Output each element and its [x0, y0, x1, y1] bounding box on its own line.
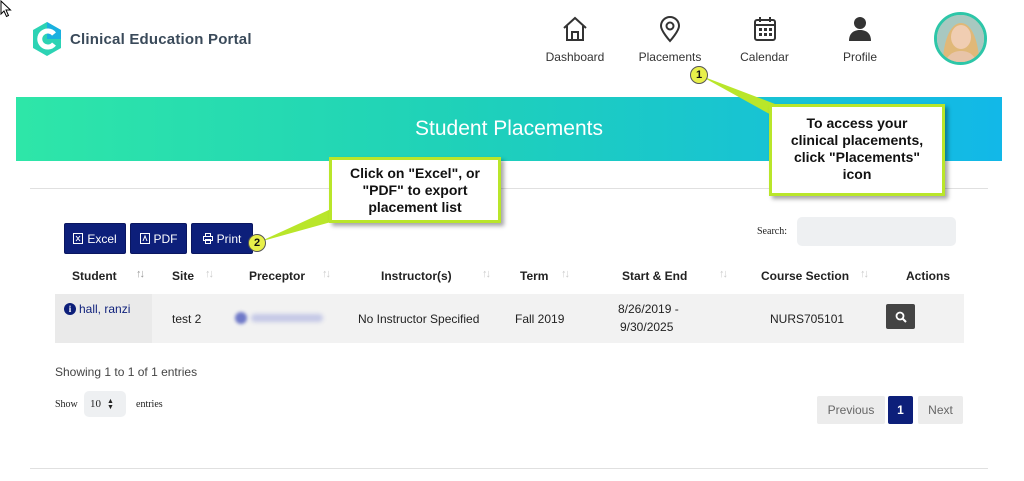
sort-icon[interactable]: ↑↓ — [482, 268, 491, 280]
col-site[interactable]: Site — [172, 269, 194, 283]
show-label: Show — [55, 399, 78, 410]
entries-label: entries — [136, 399, 163, 410]
nav-label: Dashboard — [545, 50, 605, 64]
sort-icon[interactable]: ↑↓ — [205, 268, 214, 280]
app-logo[interactable]: Clinical Education Portal — [30, 20, 252, 58]
cell-course-section: NURS705101 — [770, 312, 845, 326]
pagination-next[interactable]: Next — [918, 396, 963, 424]
search-input[interactable] — [797, 217, 956, 246]
col-start-end[interactable]: Start & End — [622, 269, 687, 283]
search-icon — [895, 311, 907, 323]
col-term[interactable]: Term — [520, 269, 548, 283]
callout-2-number: 2 — [248, 234, 266, 252]
sort-icon[interactable]: ↑↓ — [322, 268, 331, 280]
callout-2-line: "PDF" to export — [362, 182, 468, 198]
print-button[interactable]: Print — [191, 223, 253, 254]
file-pdf-icon — [139, 233, 150, 244]
callout-2-line: placement list — [368, 199, 462, 215]
col-actions: Actions — [906, 269, 951, 283]
info-icon[interactable]: i — [64, 303, 76, 315]
page-size-value: 10 — [90, 398, 101, 410]
callout-2-box: Click on "Excel", or "PDF" to export pla… — [329, 157, 501, 223]
user-avatar[interactable] — [934, 12, 987, 65]
col-student[interactable]: Student — [72, 269, 117, 283]
excel-label: Excel — [87, 231, 117, 246]
printer-icon — [202, 233, 213, 244]
nav-calendar[interactable]: Calendar — [737, 14, 792, 70]
cell-instructor: No Instructor Specified — [358, 312, 480, 326]
avatar-photo — [937, 15, 984, 62]
callout-1-line: clinical placements, — [790, 132, 924, 148]
nav-label: Calendar — [740, 50, 789, 64]
file-excel-icon — [73, 233, 84, 244]
pagination-page-current[interactable]: 1 — [888, 396, 913, 424]
select-arrows-icon: ▲ ▼ — [107, 397, 114, 411]
sort-icon[interactable]: ↑↓ — [561, 268, 570, 280]
mouse-cursor-icon — [0, 0, 12, 18]
print-label: Print — [216, 231, 242, 246]
logo-icon — [33, 22, 61, 56]
page-size-select[interactable]: 10 ▲ ▼ — [84, 391, 126, 417]
callout-1-line: icon — [842, 166, 872, 182]
callout-2-pointer — [259, 209, 331, 242]
col-instructors[interactable]: Instructor(s) — [381, 269, 452, 283]
callout-1-number: 1 — [690, 66, 708, 84]
sort-icon[interactable]: ↑↓ — [860, 268, 869, 280]
pdf-label: PDF — [153, 231, 178, 246]
col-course-section[interactable]: Course Section — [761, 269, 849, 283]
cell-start-date: 8/26/2019 - — [618, 302, 679, 316]
nav-label: Placements — [638, 50, 702, 64]
nav-label: Profile — [842, 50, 877, 64]
cell-term: Fall 2019 — [515, 312, 565, 326]
calendar-icon — [753, 17, 776, 41]
callout-1-line: click "Placements" — [793, 149, 921, 165]
cell-preceptor-redacted — [235, 312, 325, 324]
nav-dashboard[interactable]: Dashboard — [545, 14, 605, 70]
cell-end-date: 9/30/2025 — [620, 320, 674, 334]
callout-2-line: Click on "Excel", or — [350, 165, 480, 181]
excel-button[interactable]: Excel — [64, 223, 126, 254]
col-preceptor[interactable]: Preceptor — [249, 269, 305, 283]
sort-icon[interactable]: ↑↓ — [136, 268, 145, 280]
home-icon — [563, 16, 587, 41]
user-icon — [849, 17, 871, 41]
cell-site: test 2 — [172, 312, 202, 326]
app-title: Clinical Education Portal — [70, 30, 252, 48]
callout-1-box: To access your clinical placements, clic… — [769, 104, 945, 196]
map-pin-icon — [659, 16, 681, 43]
callout-1-line: To access your — [806, 115, 908, 131]
sort-icon[interactable]: ↑↓ — [719, 268, 728, 280]
nav-profile[interactable]: Profile — [836, 14, 884, 70]
divider — [30, 468, 988, 469]
search-label: Search: — [757, 226, 787, 237]
nav-placements[interactable]: Placements — [636, 14, 704, 70]
pagination-previous[interactable]: Previous — [817, 396, 885, 424]
table-info: Showing 1 to 1 of 1 entries — [55, 365, 198, 379]
view-details-button[interactable] — [886, 304, 915, 329]
student-name-link[interactable]: hall, ranzi — [79, 302, 130, 316]
pdf-button[interactable]: PDF — [130, 223, 187, 254]
